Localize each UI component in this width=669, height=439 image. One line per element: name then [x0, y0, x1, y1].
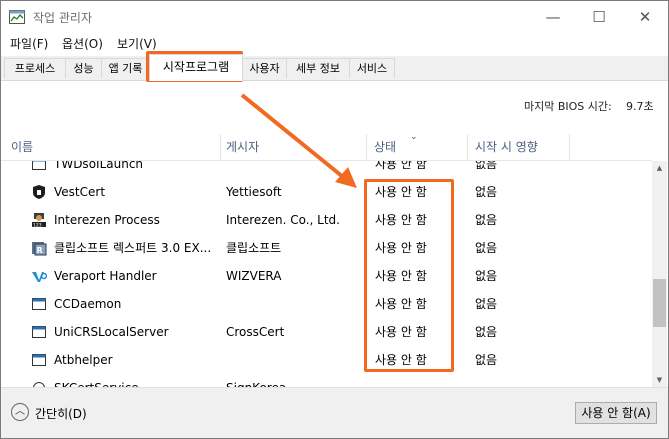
- row-name: Veraport Handler: [54, 269, 157, 283]
- window-title: 작업 관리자: [33, 11, 93, 25]
- row-name: Atbhelper: [54, 353, 113, 367]
- row-name: 클립소프트 렉스퍼트 3.0 EX...: [54, 241, 212, 255]
- row-impact: 없음: [475, 241, 498, 255]
- row-publisher: [226, 290, 361, 318]
- tab-users[interactable]: 사용자: [242, 58, 287, 78]
- row-status: 사용 안 함: [375, 241, 427, 255]
- maximize-button[interactable]: ☐: [576, 1, 622, 33]
- column-divider[interactable]: [569, 134, 570, 160]
- table-row[interactable]: CCDaemon 사용 안 함 없음: [1, 290, 652, 318]
- column-header-startup-impact[interactable]: 시작 시 영향: [475, 134, 570, 160]
- minimize-button[interactable]: —: [530, 1, 576, 33]
- tab-details[interactable]: 세부 정보: [286, 58, 350, 78]
- scroll-down-icon[interactable]: ▼: [652, 373, 667, 387]
- vertical-scrollbar[interactable]: ▲ ▼: [652, 161, 667, 387]
- column-header-publisher[interactable]: 게시자: [226, 134, 356, 160]
- row-impact: 없음: [475, 185, 498, 199]
- row-impact: 없음: [475, 325, 498, 339]
- menu-view[interactable]: 보기(V): [117, 35, 157, 52]
- collapse-link[interactable]: 간단히(D): [35, 405, 87, 422]
- menu-bar: 파일(F) 옵션(O) 보기(V): [1, 34, 668, 54]
- row-name: Interezen Process: [54, 213, 160, 227]
- table-row[interactable]: 123 Interezen Process Interezen. Co., Lt…: [1, 206, 652, 234]
- row-status: [375, 374, 463, 387]
- table-row[interactable]: Atbhelper 사용 안 함 없음: [1, 346, 652, 374]
- row-impact: 없음: [475, 269, 498, 283]
- row-publisher: SignKorea: [226, 374, 361, 387]
- row-impact: 없음: [475, 297, 498, 311]
- table-row[interactable]: TWDsoILaunch 사용 안 함 없음: [1, 161, 652, 178]
- column-divider[interactable]: [366, 134, 367, 160]
- column-header-status[interactable]: 상태: [374, 134, 464, 160]
- disable-button[interactable]: 사용 안 함(A): [575, 402, 657, 424]
- title-bar: 작업 관리자 — ☐ ✕: [1, 1, 668, 33]
- row-impact: 없음: [475, 213, 498, 227]
- menu-file[interactable]: 파일(F): [10, 35, 48, 52]
- generic-app-icon: [32, 161, 46, 170]
- tab-app-history[interactable]: 앱 기록: [101, 58, 150, 78]
- row-publisher: 클립소프트: [226, 241, 282, 255]
- row-status: 사용 안 함: [375, 213, 427, 227]
- tab-services[interactable]: 서비스: [349, 58, 395, 78]
- row-publisher: [226, 161, 361, 178]
- table-row[interactable]: SKCertService SignKorea: [1, 374, 652, 387]
- column-divider[interactable]: [220, 134, 221, 160]
- task-manager-icon: [9, 10, 25, 24]
- generic-app-icon: [32, 298, 46, 310]
- row-name: VestCert: [54, 185, 106, 199]
- row-name: SKCertService: [54, 374, 214, 387]
- row-status: 사용 안 함: [375, 297, 427, 311]
- generic-app-icon: [33, 382, 45, 387]
- interezen-icon: 123: [32, 213, 46, 229]
- row-status: 사용 안 함: [375, 185, 427, 199]
- row-name: UniCRSLocalServer: [54, 325, 169, 339]
- tab-startup[interactable]: 시작프로그램: [149, 54, 243, 81]
- clipsoft-icon: R: [32, 242, 47, 256]
- tab-processes[interactable]: 프로세스: [4, 58, 66, 78]
- generic-app-icon: [32, 354, 46, 366]
- table-row[interactable]: VestCert Yettiesoft 사용 안 함 없음: [1, 178, 652, 206]
- close-button[interactable]: ✕: [622, 1, 668, 33]
- column-header-name[interactable]: 이름: [11, 134, 211, 160]
- bios-time-value: 9.7초: [626, 100, 654, 113]
- tab-performance[interactable]: 성능: [65, 58, 102, 78]
- row-publisher: Yettiesoft: [226, 185, 282, 199]
- svg-text:123: 123: [33, 223, 42, 229]
- row-name: TWDsoILaunch: [54, 161, 144, 171]
- generic-app-icon: [32, 326, 46, 338]
- scrollbar-thumb[interactable]: [653, 279, 666, 327]
- row-name: CCDaemon: [54, 297, 122, 311]
- vestcert-icon: [33, 185, 45, 199]
- collapse-chevron-icon[interactable]: ︿: [11, 403, 29, 421]
- row-publisher: [226, 346, 361, 374]
- svg-text:R: R: [37, 246, 43, 255]
- column-divider[interactable]: [467, 134, 468, 160]
- row-status: 사용 안 함: [375, 161, 427, 171]
- table-row[interactable]: Veraport Handler WIZVERA 사용 안 함 없음: [1, 262, 652, 290]
- veraport-icon: [32, 272, 47, 282]
- table-row[interactable]: UniCRSLocalServer CrossCert 사용 안 함 없음: [1, 318, 652, 346]
- scroll-up-icon[interactable]: ▲: [652, 161, 667, 175]
- task-manager-window: 작업 관리자 — ☐ ✕ 파일(F) 옵션(O) 보기(V) 프로세스 성능 앱…: [0, 0, 669, 439]
- row-status: 사용 안 함: [375, 325, 427, 339]
- row-impact: [475, 374, 565, 387]
- footer-bar: ︿ 간단히(D) 사용 안 함(A): [1, 387, 668, 438]
- row-status: 사용 안 함: [375, 269, 427, 283]
- bios-time-label: 마지막 BIOS 시간:: [524, 100, 612, 113]
- startup-list: TWDsoILaunch 사용 안 함 없음 VestCert Yettieso…: [1, 161, 652, 387]
- row-status: 사용 안 함: [375, 353, 427, 367]
- row-impact: 없음: [475, 353, 498, 367]
- row-impact: 없음: [475, 161, 498, 171]
- row-publisher: CrossCert: [226, 325, 285, 339]
- row-publisher: WIZVERA: [226, 269, 282, 283]
- table-row[interactable]: R 클립소프트 렉스퍼트 3.0 EX... 클립소프트 사용 안 함 없음: [1, 234, 652, 262]
- menu-options[interactable]: 옵션(O): [62, 35, 103, 52]
- row-publisher: Interezen. Co., Ltd.: [226, 213, 340, 227]
